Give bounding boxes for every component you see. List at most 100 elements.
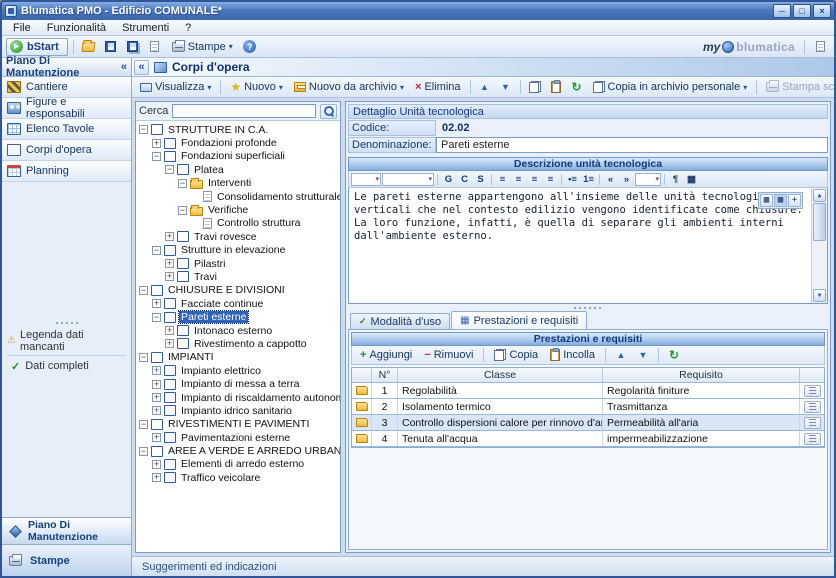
font-family-select[interactable]: ▾: [382, 173, 434, 186]
open-folder-button[interactable]: [79, 38, 99, 56]
tree-item-impianto-di-riscaldamento-autonomo[interactable]: +Impianto di riscaldamento autonomo: [136, 391, 340, 404]
collapse-icon[interactable]: −: [152, 246, 161, 255]
row-detail-button[interactable]: [804, 385, 821, 397]
tree-item-pavimentazioni-esterne[interactable]: +Pavimentazioni esterne: [136, 431, 340, 444]
tree-item-verifiche[interactable]: −Verifiche: [136, 203, 340, 216]
tree-item-controllo-struttura[interactable]: Controllo struttura: [136, 217, 340, 230]
tree-item-rivestimenti-e-pavimenti[interactable]: −RIVESTIMENTI E PAVIMENTI: [136, 418, 340, 431]
bullet-list-button[interactable]: •≡: [565, 172, 580, 186]
collapse-icon[interactable]: −: [139, 125, 148, 134]
stampa-scheda-button[interactable]: Stampa scheda: [761, 79, 836, 95]
justify-button[interactable]: ≡: [543, 172, 558, 186]
list-format-button-active[interactable]: ▦: [774, 194, 787, 207]
expand-icon[interactable]: +: [152, 406, 161, 415]
collapse-icon[interactable]: −: [152, 152, 161, 161]
prestazioni-row[interactable]: 1RegolabilitàRegolarità finiture: [352, 383, 824, 399]
indent-button[interactable]: »: [619, 172, 634, 186]
tree-item-consolidamento-strutturale[interactable]: Consolidamento strutturale: [136, 190, 340, 203]
align-left-button[interactable]: ≡: [495, 172, 510, 186]
menu-item-file[interactable]: File: [5, 21, 39, 35]
paragraph-button[interactable]: ¶: [668, 172, 683, 186]
scrollbar-thumb[interactable]: [813, 203, 826, 241]
visualizza-button[interactable]: Visualizza ▾: [135, 79, 216, 95]
sidebar-item-corpi-d-opera[interactable]: Corpi d'opera: [2, 140, 131, 161]
collapse-icon[interactable]: −: [178, 179, 187, 188]
expand-icon[interactable]: +: [165, 259, 174, 268]
sidebar-item-cantiere[interactable]: Cantiere: [2, 77, 131, 98]
nuovo-da-archivio-button[interactable]: Nuovo da archivio ▾: [289, 79, 409, 95]
tree-item-travi-rovesce[interactable]: +Travi rovesce: [136, 230, 340, 243]
align-center-button[interactable]: ≡: [511, 172, 526, 186]
minimize-button[interactable]: ─: [773, 4, 791, 18]
vertical-scrollbar[interactable]: ▲ ▼: [811, 188, 827, 303]
nuovo-button[interactable]: ★ Nuovo ▾: [225, 79, 288, 95]
insert-table-button[interactable]: ▦: [684, 172, 699, 186]
expand-icon[interactable]: +: [165, 326, 174, 335]
numbered-list-button[interactable]: 1≡: [581, 172, 596, 186]
row-requisito-cell[interactable]: Trasmittanza: [603, 399, 800, 414]
row-requisito-cell[interactable]: Regolarità finiture: [603, 383, 800, 398]
refresh-list-button[interactable]: ↻: [664, 346, 684, 364]
collapse-icon[interactable]: −: [178, 206, 187, 215]
collapse-panel-button[interactable]: «: [134, 60, 149, 75]
denominazione-input[interactable]: Pareti esterne: [436, 137, 828, 153]
prestazioni-row[interactable]: 2Isolamento termicoTrasmittanza: [352, 399, 824, 415]
rimuovi-button[interactable]: − Rimuovi: [419, 348, 478, 362]
scroll-up-icon[interactable]: ▲: [813, 189, 826, 202]
collapse-icon[interactable]: −: [139, 286, 148, 295]
tree-item-aree-a-verde-e-arredo-urbano[interactable]: −AREE A VERDE E ARREDO URBANO: [136, 444, 340, 457]
move-handle-icon[interactable]: +: [788, 194, 801, 207]
menu-item-funzionalita[interactable]: Funzionalità: [39, 21, 114, 35]
tree-item-platea[interactable]: −Platea: [136, 163, 340, 176]
tree-item-strutture-in-elevazione[interactable]: −Strutture in elevazione: [136, 244, 340, 257]
collapse-icon[interactable]: −: [139, 353, 148, 362]
paste-scheda-button[interactable]: [546, 78, 566, 96]
tree-item-impianto-elettrico[interactable]: +Impianto elettrico: [136, 364, 340, 377]
expand-icon[interactable]: +: [165, 232, 174, 241]
incolla-button[interactable]: Incolla: [545, 348, 600, 362]
search-input[interactable]: [172, 104, 316, 118]
move-down-button[interactable]: ▼: [496, 78, 516, 96]
expand-icon[interactable]: +: [152, 366, 161, 375]
tree-item-elementi-di-arredo-esterno[interactable]: +Elementi di arredo esterno: [136, 458, 340, 471]
collapse-sidebar-button[interactable]: «: [121, 61, 127, 73]
sidebar-item-figure-e-responsabili[interactable]: Figure e responsabili: [2, 98, 131, 119]
sidebar-item-planning[interactable]: Planning: [2, 161, 131, 182]
row-down-button[interactable]: ▼: [633, 346, 653, 364]
row-requisito-cell[interactable]: impermeabilizzazione: [603, 431, 800, 446]
tree-item-fondazioni-superficiali[interactable]: −Fondazioni superficiali: [136, 150, 340, 163]
row-classe-cell[interactable]: Tenuta all'acqua: [398, 431, 603, 446]
expand-icon[interactable]: +: [152, 473, 161, 482]
prestazioni-row[interactable]: 3Controllo dispersioni calore per rinnov…: [352, 415, 824, 431]
row-detail-button[interactable]: [804, 433, 821, 445]
row-detail-button[interactable]: [804, 417, 821, 429]
expand-icon[interactable]: +: [152, 433, 161, 442]
aggiungi-button[interactable]: + Aggiungi: [355, 348, 417, 362]
close-button[interactable]: ×: [813, 4, 831, 18]
tab-modalita-duso[interactable]: ✓ Modalità d'uso: [350, 313, 450, 329]
move-up-button[interactable]: ▲: [475, 78, 495, 96]
tree-item-pilastri[interactable]: +Pilastri: [136, 257, 340, 270]
expand-icon[interactable]: +: [152, 393, 161, 402]
tree-item-intonaco-esterno[interactable]: +Intonaco esterno: [136, 324, 340, 337]
style-select[interactable]: ▾: [351, 173, 381, 186]
align-right-button[interactable]: ≡: [527, 172, 542, 186]
help-button[interactable]: ?: [240, 38, 260, 56]
sidebar-item-elenco-tavole[interactable]: Elenco Tavole: [2, 119, 131, 140]
elimina-button[interactable]: × Elimina: [410, 79, 466, 95]
tree-item-fondazioni-profonde[interactable]: +Fondazioni profonde: [136, 136, 340, 149]
row-classe-cell[interactable]: Regolabilità: [398, 383, 603, 398]
save-button[interactable]: [101, 38, 121, 56]
row-classe-cell[interactable]: Isolamento termico: [398, 399, 603, 414]
row-requisito-cell[interactable]: Permeabilità all'aria: [603, 415, 800, 430]
stampe-menu-button[interactable]: Stampe ▾: [167, 39, 238, 55]
toolbar-extra-button[interactable]: [810, 38, 830, 56]
tree-item-interventi[interactable]: −Interventi: [136, 177, 340, 190]
copia-archivio-button[interactable]: Copia in archivio personale ▾: [588, 79, 753, 95]
tree-item-impianto-di-messa-a-terra[interactable]: +Impianto di messa a terra: [136, 377, 340, 390]
tree-item-strutture-in-c-a[interactable]: −STRUTTURE IN C.A.: [136, 123, 340, 136]
collapse-icon[interactable]: −: [152, 313, 161, 322]
module-piano-di-manutenzione-button[interactable]: Piano Di Manutenzione: [2, 517, 131, 544]
color-select[interactable]: ▾: [635, 173, 661, 186]
tree-item-facciate-continue[interactable]: +Facciate continue: [136, 297, 340, 310]
